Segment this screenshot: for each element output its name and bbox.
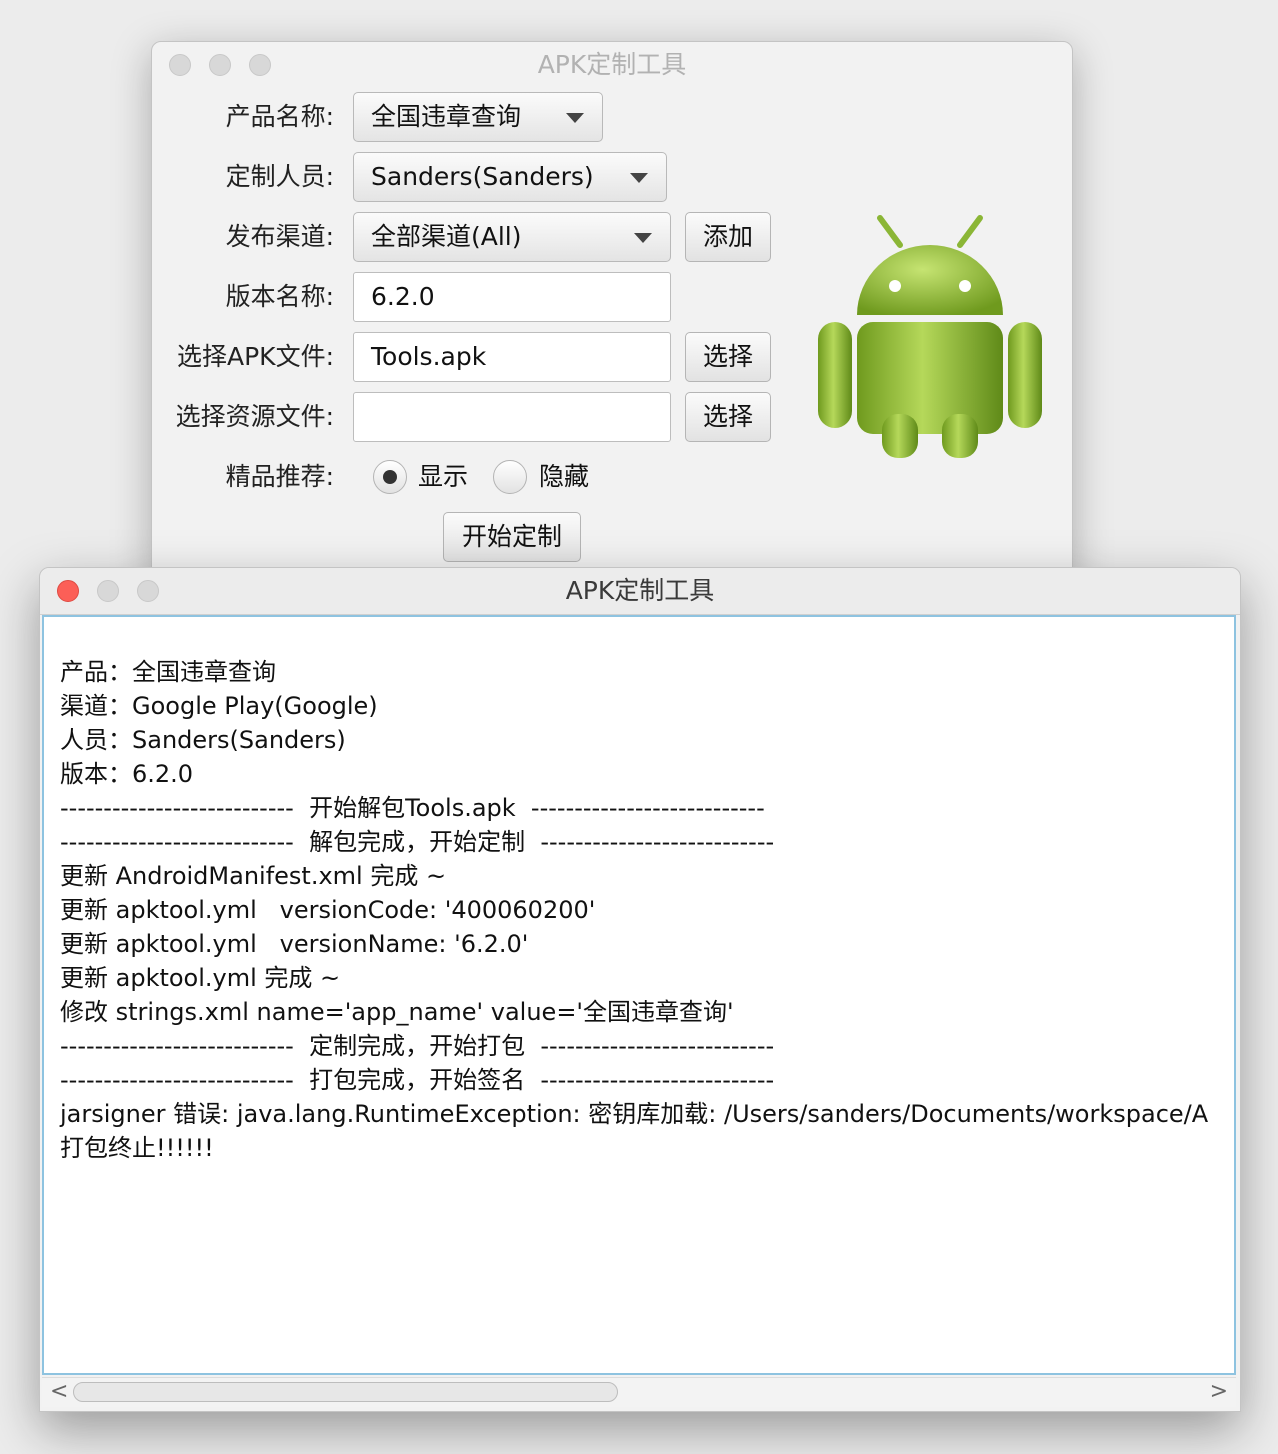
log-window-titlebar[interactable]: APK定制工具 [40,568,1240,615]
channel-value: 全部渠道(All) [371,222,522,251]
zoom-window-button[interactable] [249,54,271,76]
log-line: 版本：6.2.0 [60,760,194,788]
log-line: --------------------------- 解包完成，开始定制 --… [60,828,775,856]
chevron-down-icon [630,173,648,183]
close-window-button[interactable] [57,580,79,602]
add-channel-button[interactable]: 添加 [685,212,771,262]
log-line: 渠道：Google Play(Google) [60,692,378,720]
minimize-window-button[interactable] [97,580,119,602]
log-line: 更新 apktool.yml 完成 ~ [60,964,341,992]
config-window-titlebar[interactable]: APK定制工具 [152,42,1072,88]
apk-file-input[interactable]: Tools.apk [353,332,671,382]
hide-radio[interactable] [493,460,527,494]
choose-apk-button[interactable]: 选择 [685,332,771,382]
apk-file-label: 选择APK文件: [177,342,334,371]
log-line: 打包终止!!!!!! [60,1134,214,1162]
log-line: 更新 apktool.yml versionCode: '400060200' [60,896,596,924]
recommend-label: 精品推荐: [225,462,334,491]
horizontal-scrollbar[interactable]: < > [42,1377,1236,1407]
show-radio[interactable] [373,460,407,494]
log-window: APK定制工具 产品：全国违章查询 渠道：Google Play(Google)… [39,567,1241,1412]
log-line: --------------------------- 开始解包Tools.ap… [60,794,765,822]
config-window: APK定制工具 产品名称: 全国违章查询 定制人员: Sanders(Sande… [151,41,1073,583]
log-line: 更新 AndroidManifest.xml 完成 ~ [60,862,447,890]
log-text: 产品：全国违章查询 渠道：Google Play(Google) 人员：Sand… [60,655,1208,1165]
scroll-right-arrow-icon[interactable]: > [1210,1380,1228,1404]
customizer-value: Sanders(Sanders) [371,162,594,191]
log-text-area[interactable]: 产品：全国违章查询 渠道：Google Play(Google) 人员：Sand… [42,615,1236,1375]
log-line: --------------------------- 打包完成，开始签名 --… [60,1066,775,1094]
log-line: jarsigner 错误: java.lang.RuntimeException… [60,1100,1209,1128]
version-name-label: 版本名称: [225,282,334,311]
show-radio-label[interactable]: 显示 [418,460,468,494]
scroll-left-arrow-icon[interactable]: < [50,1380,68,1404]
log-line: 修改 strings.xml name='app_name' value='全国… [60,998,734,1026]
choose-resource-button[interactable]: 选择 [685,392,771,442]
log-line: 产品：全国违章查询 [60,658,276,686]
log-line: --------------------------- 定制完成，开始打包 --… [60,1032,775,1060]
android-robot-icon [818,215,1042,458]
scrollbar-thumb[interactable] [73,1382,618,1402]
log-line: 更新 apktool.yml versionName: '6.2.0' [60,930,529,958]
product-name-select[interactable]: 全国违章查询 [353,92,603,142]
channel-label: 发布渠道: [225,222,334,251]
chevron-down-icon [634,233,652,243]
log-line: 人员：Sanders(Sanders) [60,726,346,754]
start-customize-button[interactable]: 开始定制 [443,512,581,562]
version-name-input[interactable]: 6.2.0 [353,272,671,322]
config-window-title: APK定制工具 [537,50,687,79]
hide-radio-label[interactable]: 隐藏 [539,460,589,494]
customizer-select[interactable]: Sanders(Sanders) [353,152,667,202]
radio-selected-dot [383,470,397,484]
resource-file-input[interactable] [353,392,671,442]
close-window-button[interactable] [169,54,191,76]
resource-file-label: 选择资源文件: [175,402,334,431]
zoom-window-button[interactable] [137,580,159,602]
minimize-window-button[interactable] [209,54,231,76]
product-name-value: 全国违章查询 [371,102,522,131]
product-name-label: 产品名称: [225,102,334,131]
chevron-down-icon [566,113,584,123]
channel-select[interactable]: 全部渠道(All) [353,212,671,262]
log-window-title: APK定制工具 [565,576,715,605]
customizer-label: 定制人员: [225,162,334,191]
